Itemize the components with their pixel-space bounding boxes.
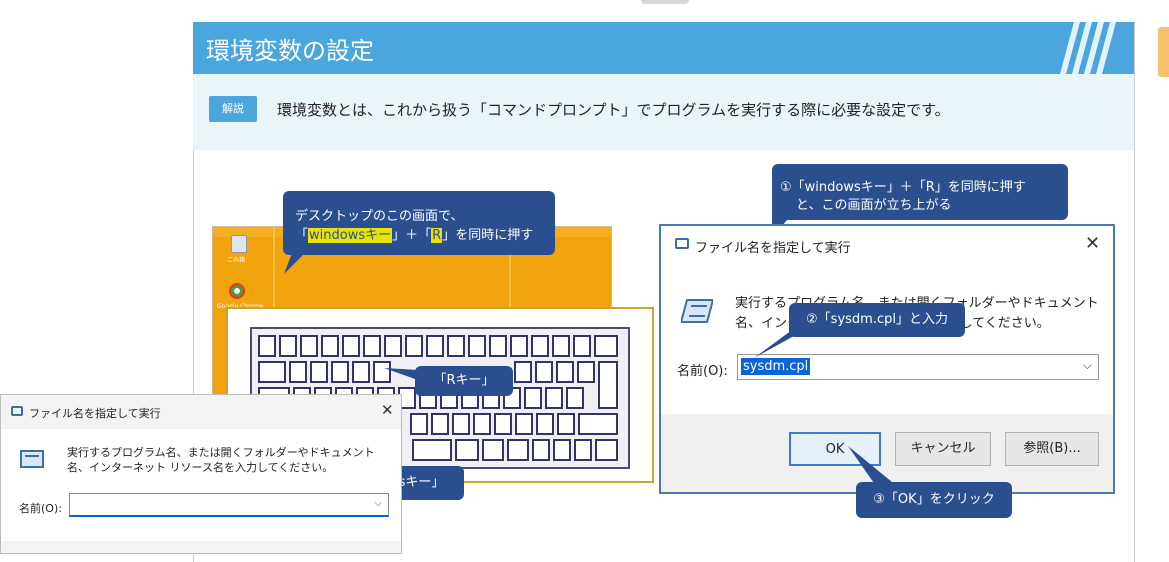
- side-tab[interactable]: [1158, 27, 1169, 77]
- run-dialog-small: ファイル名を指定して実行 ✕ 実行するプログラム名、または開くフォルダーやドキュ…: [0, 394, 402, 554]
- run-program-icon: [20, 450, 44, 468]
- run-dialog-body: 実行するプログラム名、または開くフォルダーやドキュメント名、インターネット リソ…: [661, 264, 1113, 414]
- callout-run-open: ①「windowsキー」＋「R」を同時に押す と、この画面が立ち上がる: [772, 164, 1068, 220]
- close-icon[interactable]: ✕: [381, 401, 394, 419]
- run-dialog-small-titlebar: ファイル名を指定して実行 ✕: [1, 395, 401, 429]
- chevron-down-icon[interactable]: ⌵: [1083, 358, 1092, 373]
- callout-desktop: デスクトップのこの画面で、 「windowsキー」＋「R」を同時に押す: [283, 191, 555, 255]
- highlight-r-key: R: [431, 228, 443, 243]
- name-input[interactable]: ⌵: [69, 493, 389, 517]
- callout-r-key: 「Rキー」: [415, 366, 513, 396]
- top-tab-indicator: [641, 0, 689, 4]
- run-dialog-small-body: 実行するプログラム名、または開くフォルダーやドキュメント名、インターネット リソ…: [1, 429, 401, 541]
- run-window-icon: [11, 406, 23, 416]
- run-dialog-titlebar: ファイル名を指定して実行 ✕: [661, 226, 1113, 264]
- run-window-icon: [675, 238, 689, 249]
- callout-ok-tail: [848, 446, 892, 486]
- callout-desktop-line2: 「windowsキー」＋「R」を同時に押す: [295, 228, 534, 243]
- recycle-bin-icon[interactable]: [231, 235, 247, 253]
- callout-sysdm: ②「sysdm.cpl」と入力: [789, 303, 965, 337]
- recycle-bin-label: ごみ箱: [227, 257, 246, 264]
- explain-badge: 解説: [209, 96, 257, 122]
- callout-run-line1: ①「windowsキー」＋「R」を同時に押す: [780, 180, 1026, 195]
- callout-sysdm-tail: [754, 330, 794, 358]
- callout-run-line2: と、この画面が立ち上がる: [796, 198, 952, 213]
- callout-desktop-tail: [284, 248, 310, 274]
- callout-desktop-line1: デスクトップのこの画面で、: [295, 209, 464, 224]
- explanation-bar: 解説 環境変数とは、これから扱う「コマンドプロンプト」でプログラムを実行する際に…: [193, 74, 1134, 150]
- explain-text: 環境変数とは、これから扱う「コマンドプロンプト」でプログラムを実行する際に必要な…: [277, 101, 950, 119]
- browse-button[interactable]: 参照(B)...: [1005, 432, 1099, 466]
- section-title: 環境変数の設定: [206, 37, 374, 65]
- chrome-icon[interactable]: [229, 283, 245, 299]
- run-program-icon: [681, 299, 713, 323]
- run-dialog-title: ファイル名を指定して実行: [695, 241, 851, 256]
- run-dialog-small-title: ファイル名を指定して実行: [29, 407, 161, 420]
- callout-r-tail: [384, 368, 418, 380]
- stripes-decoration: [1060, 22, 1116, 74]
- highlight-windows-key: windowsキー: [308, 228, 393, 243]
- name-label: 名前(O):: [677, 364, 728, 379]
- close-icon[interactable]: ✕: [1085, 233, 1100, 254]
- cancel-button[interactable]: キャンセル: [895, 432, 991, 466]
- name-label: 名前(O):: [19, 502, 62, 515]
- name-input-value: sysdm.cpl: [741, 358, 811, 375]
- run-dialog-small-description: 実行するプログラム名、または開くフォルダーやドキュメント名、インターネット リソ…: [67, 446, 375, 474]
- chevron-down-icon[interactable]: ⌵: [374, 498, 382, 509]
- callout-ok: ③「OK」をクリック: [856, 482, 1012, 518]
- section-header: 環境変数の設定: [193, 22, 1134, 74]
